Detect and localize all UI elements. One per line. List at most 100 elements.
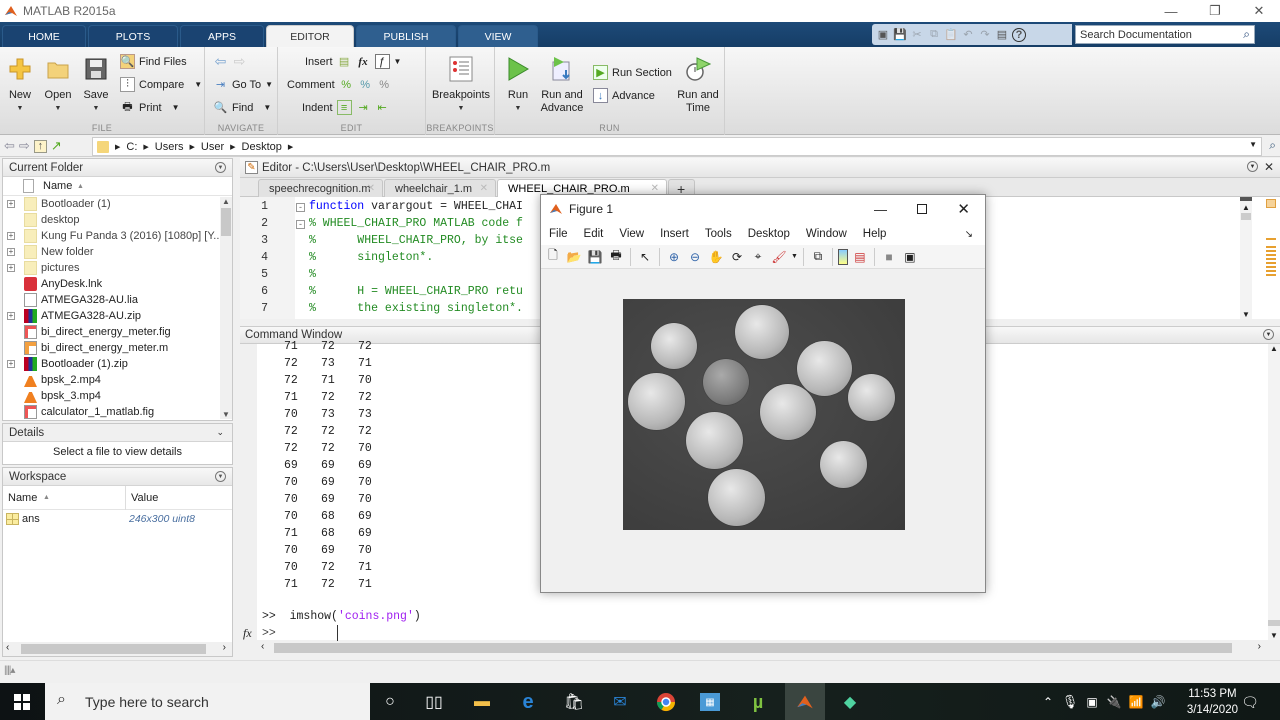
brush-icon[interactable]: 🖌	[770, 248, 788, 266]
chrome-icon[interactable]	[654, 690, 678, 714]
back-icon[interactable]: ⇦	[4, 138, 15, 154]
figure-menu-window[interactable]: Window	[806, 228, 847, 240]
brush-dropdown-icon[interactable]: ▼	[791, 253, 798, 260]
figure-menu-file[interactable]: File	[549, 228, 568, 240]
figure-title-bar[interactable]: Figure 1 — ✕	[541, 195, 985, 223]
rotate-3d-icon[interactable]: ⟳	[728, 248, 746, 266]
folder-list-scrollbar[interactable]: ▲ ▼	[220, 197, 232, 419]
scroll-left-icon[interactable]: ‹	[6, 642, 9, 653]
folder-list-item[interactable]: + New folder	[3, 244, 232, 260]
go-to-button[interactable]: ⇥ Go To ▼	[213, 77, 273, 92]
print-figure-icon[interactable]: 🖶	[607, 248, 625, 266]
minimize-button[interactable]: —	[1148, 0, 1194, 22]
close-tab-icon[interactable]: ✕	[480, 183, 488, 194]
task-view-icon[interactable]: ▯▯	[422, 690, 446, 714]
forward-icon[interactable]: ⇨	[19, 138, 30, 154]
matlab-taskbar-icon[interactable]	[785, 683, 825, 720]
smart-indent-icon[interactable]: ≡	[336, 100, 352, 115]
expand-icon[interactable]: +	[7, 248, 15, 256]
breadcrumb-user[interactable]: User	[201, 141, 224, 153]
comment-button[interactable]: Comment%%%	[287, 77, 392, 92]
search-documentation-input[interactable]: Search Documentation ⌕	[1075, 25, 1255, 44]
folder-list-item[interactable]: ATMEGA328-AU.lia	[3, 292, 232, 308]
open-button[interactable]: Open ▼	[44, 55, 72, 115]
folder-list-item[interactable]: bi_direct_energy_meter.fig	[3, 324, 232, 340]
filmora-icon[interactable]: ◆	[838, 690, 862, 714]
print-button[interactable]: 🖶 Print ▼	[120, 100, 179, 115]
show-hidden-icons[interactable]: ⌃	[1036, 690, 1060, 714]
scroll-thumb[interactable]	[221, 208, 231, 236]
figure-menu-view[interactable]: View	[619, 228, 644, 240]
scroll-thumb[interactable]	[1241, 213, 1251, 220]
workspace-name-column[interactable]: Name	[8, 492, 37, 504]
insert-section-icon[interactable]: ▤	[337, 54, 352, 69]
compare-dropdown-icon[interactable]: ▼	[194, 80, 202, 89]
open-file-icon[interactable]: 📂	[565, 248, 583, 266]
figure-window[interactable]: Figure 1 — ✕ File Edit View Insert Tools Desk…	[540, 194, 986, 593]
compare-button[interactable]: ⫶ Compare ▼	[120, 77, 202, 92]
fold-toggle-icon[interactable]: -	[296, 203, 305, 212]
hide-plot-tools-icon[interactable]: ■	[880, 248, 898, 266]
expand-icon[interactable]: +	[7, 232, 15, 240]
scroll-thumb[interactable]	[21, 644, 206, 654]
control-panel-icon[interactable]: ▦	[700, 693, 720, 711]
fx-function-browser-icon[interactable]: fx	[243, 626, 252, 641]
microphone-icon[interactable]: 🎙	[1058, 690, 1082, 714]
close-tab-icon[interactable]: ✕	[367, 183, 375, 194]
redo-icon[interactable]: ↷	[978, 28, 992, 42]
panel-menu-icon[interactable]: ▼	[1263, 329, 1274, 340]
up-folder-icon[interactable]: ↑	[33, 139, 47, 153]
utorrent-icon[interactable]: µ	[746, 690, 770, 714]
save-icon[interactable]: 💾	[893, 28, 907, 42]
scroll-right-icon[interactable]: ›	[223, 642, 226, 653]
folder-list-item[interactable]: bi_direct_energy_meter.m	[3, 340, 232, 356]
folder-list-item[interactable]: + ATMEGA328-AU.zip	[3, 308, 232, 324]
link-plot-icon[interactable]: ⧉	[809, 248, 827, 266]
command-hscrollbar[interactable]: ‹ ›	[257, 641, 1267, 655]
breadcrumb-c-drive[interactable]: C:	[126, 141, 137, 153]
figure-menu-desktop[interactable]: Desktop	[748, 228, 790, 240]
scroll-down-icon[interactable]: ▼	[1240, 310, 1252, 319]
scroll-down-icon[interactable]: ▼	[220, 410, 232, 419]
scroll-left-icon[interactable]: ‹	[261, 641, 264, 652]
edit-plot-arrow-icon[interactable]: ↖	[636, 248, 654, 266]
save-figure-icon[interactable]: 💾	[586, 248, 604, 266]
expand-icon[interactable]: +	[7, 200, 15, 208]
close-button[interactable]: ✕	[1236, 0, 1280, 22]
comment-icon[interactable]: %	[339, 77, 354, 92]
advance-button[interactable]: ↓ Advance	[593, 88, 655, 103]
store-icon[interactable]: 🛍	[562, 690, 586, 714]
action-center-icon[interactable]: 🗨	[1238, 690, 1262, 714]
scroll-thumb[interactable]	[274, 643, 1232, 653]
scroll-up-icon[interactable]: ▲	[1240, 203, 1252, 212]
panel-menu-icon[interactable]: ▼	[215, 471, 226, 482]
folder-list-item[interactable]: AnyDesk.lnk	[3, 276, 232, 292]
folder-list-item[interactable]: bpsk_3.mp4	[3, 388, 232, 404]
restore-button[interactable]: ❐	[1192, 0, 1238, 22]
system-tray-app-icon[interactable]: ▣	[1080, 690, 1104, 714]
taskbar-search-input[interactable]: ⌕ Type here to search	[45, 683, 370, 720]
mail-icon[interactable]: ✉	[608, 690, 632, 714]
insert-colorbar-icon[interactable]	[837, 248, 848, 265]
run-and-time-button[interactable]: Run and Time	[675, 55, 721, 115]
close-button[interactable]: ✕	[957, 200, 970, 218]
close-tab-icon[interactable]: ✕	[651, 183, 659, 194]
folder-list-item[interactable]: + Bootloader (1).zip	[3, 356, 232, 372]
panel-menu-icon[interactable]: ▼	[1247, 161, 1258, 172]
command-vscrollbar[interactable]: ▲ ▼	[1268, 344, 1280, 640]
new-button[interactable]: New ▼	[6, 55, 34, 115]
insert-function-icon[interactable]: ƒ	[374, 54, 390, 69]
breadcrumb-desktop[interactable]: Desktop	[242, 141, 282, 153]
breadcrumb-users[interactable]: Users	[155, 141, 184, 153]
insert-legend-icon[interactable]: ▤	[851, 248, 869, 266]
run-section-button[interactable]: ▶ Run Section	[593, 65, 672, 80]
browse-folder-icon[interactable]: ↗	[51, 138, 62, 154]
tab-publish[interactable]: PUBLISH	[356, 25, 456, 47]
warning-markers[interactable]	[1266, 246, 1276, 276]
back-arrow-icon[interactable]: ⇦	[213, 53, 228, 69]
uncomment-icon[interactable]: %	[358, 77, 373, 92]
folder-list-item[interactable]: + Kung Fu Panda 3 (2016) [1080p] [Y...	[3, 228, 232, 244]
run-button[interactable]: Run ▼	[503, 55, 533, 115]
figure-menu-edit[interactable]: Edit	[584, 228, 604, 240]
taskbar-clock[interactable]: 11:53 PM 3/14/2020	[1187, 686, 1238, 718]
